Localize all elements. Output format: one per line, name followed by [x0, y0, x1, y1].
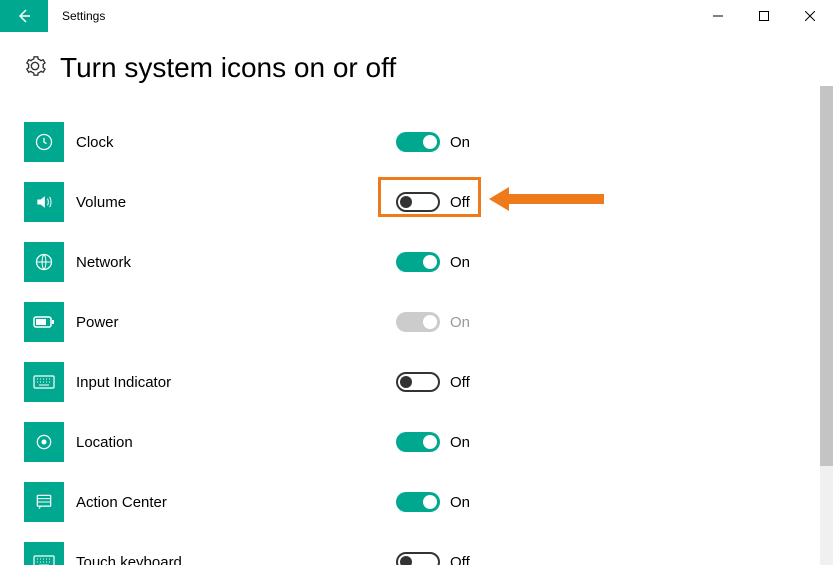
close-icon	[805, 11, 815, 21]
toggle-group: Off	[396, 552, 470, 565]
toggle-group: On	[396, 132, 470, 152]
window-title: Settings	[48, 0, 105, 32]
page-title: Turn system icons on or off	[60, 52, 396, 84]
scrollbar[interactable]	[820, 86, 833, 565]
setting-row-location: Location On	[24, 412, 820, 472]
setting-label: Clock	[76, 134, 396, 151]
setting-row-power: Power On	[24, 292, 820, 352]
back-button[interactable]	[0, 0, 48, 32]
setting-row-keyboard: Touch keyboard Off	[24, 532, 820, 565]
setting-label: Network	[76, 254, 396, 271]
toggle-group: Off	[396, 192, 470, 212]
setting-row-network: Network On	[24, 232, 820, 292]
toggle-switch[interactable]	[396, 432, 440, 452]
maximize-button[interactable]	[741, 0, 787, 32]
gear-icon	[24, 55, 46, 82]
toggle-group: Off	[396, 372, 470, 392]
setting-label: Touch keyboard	[76, 554, 396, 565]
network-icon	[24, 242, 64, 282]
setting-label: Volume	[76, 194, 396, 211]
toggle-state-label: On	[450, 494, 470, 511]
volume-icon	[24, 182, 64, 222]
toggle-switch[interactable]	[396, 192, 440, 212]
toggle-group: On	[396, 312, 470, 332]
toggle-switch[interactable]	[396, 552, 440, 565]
page-header: Turn system icons on or off	[24, 52, 820, 84]
input-icon	[24, 362, 64, 402]
toggle-switch[interactable]	[396, 492, 440, 512]
maximize-icon	[759, 11, 769, 21]
toggle-state-label: Off	[450, 554, 470, 565]
toggle-group: On	[396, 432, 470, 452]
setting-label: Power	[76, 314, 396, 331]
setting-label: Input Indicator	[76, 374, 396, 391]
toggle-state-label: On	[450, 254, 470, 271]
toggle-state-label: On	[450, 314, 470, 331]
toggle-state-label: Off	[450, 374, 470, 391]
setting-label: Location	[76, 434, 396, 451]
toggle-switch[interactable]	[396, 372, 440, 392]
location-icon	[24, 422, 64, 462]
scrollbar-thumb[interactable]	[820, 86, 833, 466]
setting-row-volume: Volume Off	[24, 172, 820, 232]
clock-icon	[24, 122, 64, 162]
keyboard-icon	[24, 542, 64, 565]
setting-row-action: Action Center On	[24, 472, 820, 532]
minimize-button[interactable]	[695, 0, 741, 32]
toggle-group: On	[396, 252, 470, 272]
toggle-switch[interactable]	[396, 132, 440, 152]
minimize-icon	[713, 11, 723, 21]
setting-row-clock: Clock On	[24, 112, 820, 172]
toggle-state-label: On	[450, 434, 470, 451]
content-area: Turn system icons on or off Clock On Volum…	[0, 32, 820, 565]
titlebar: Settings	[0, 0, 833, 32]
action-icon	[24, 482, 64, 522]
toggle-state-label: On	[450, 134, 470, 151]
power-icon	[24, 302, 64, 342]
toggle-state-label: Off	[450, 194, 470, 211]
arrow-left-icon	[16, 8, 32, 24]
close-button[interactable]	[787, 0, 833, 32]
setting-row-input: Input Indicator Off	[24, 352, 820, 412]
toggle-group: On	[396, 492, 470, 512]
settings-list: Clock On Volume Off Network On Power On Input In…	[24, 112, 820, 565]
toggle-switch[interactable]	[396, 252, 440, 272]
setting-label: Action Center	[76, 494, 396, 511]
toggle-switch	[396, 312, 440, 332]
